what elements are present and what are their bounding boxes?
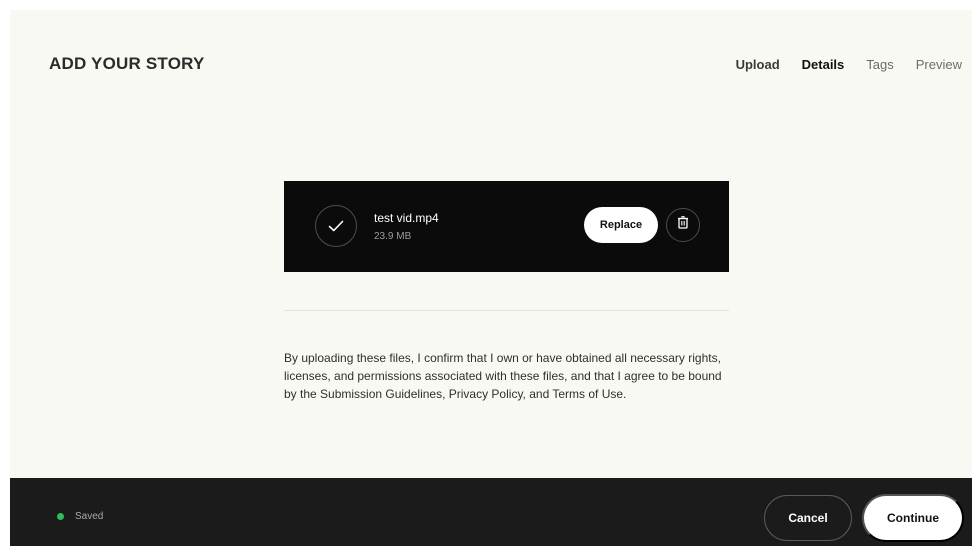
trash-icon	[677, 216, 689, 234]
step-navigation: Upload Details Tags Preview	[736, 57, 962, 72]
file-name: test vid.mp4	[374, 211, 439, 225]
cancel-button[interactable]: Cancel	[764, 495, 852, 541]
save-status-label: Saved	[75, 511, 104, 522]
step-preview[interactable]: Preview	[916, 57, 962, 72]
file-size: 23.9 MB	[374, 231, 412, 242]
legal-disclaimer: By uploading these files, I confirm that…	[284, 351, 722, 401]
story-upload-page: ADD YOUR STORY Upload Details Tags Previ…	[10, 10, 972, 478]
step-upload[interactable]: Upload	[736, 57, 780, 72]
save-status: Saved	[57, 511, 103, 522]
continue-button[interactable]: Continue	[862, 494, 964, 542]
uploaded-file-card: test vid.mp4 23.9 MB Replace	[284, 181, 729, 272]
status-dot-icon	[57, 513, 64, 520]
divider	[284, 310, 729, 311]
page-title: ADD YOUR STORY	[49, 54, 205, 73]
delete-file-button[interactable]	[666, 208, 700, 242]
step-tags[interactable]: Tags	[866, 57, 893, 72]
footer-bar: Saved Cancel Continue	[10, 478, 972, 546]
replace-button[interactable]: Replace	[584, 207, 658, 243]
step-details[interactable]: Details	[802, 57, 845, 72]
check-icon	[315, 205, 357, 247]
